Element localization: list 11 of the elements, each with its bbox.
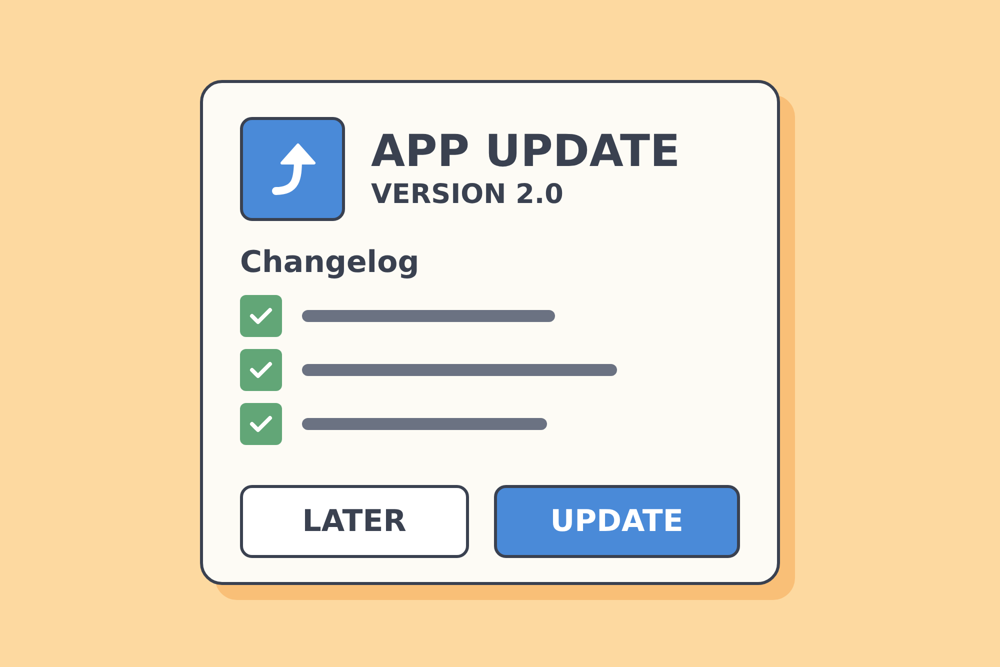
later-button[interactable]: LATER [240,485,469,558]
checkmark-icon [249,306,273,326]
version-label: VERSION 2.0 [371,178,564,212]
checkbox[interactable] [240,349,282,391]
checkmark-icon [249,360,273,380]
checkmark-icon [249,414,273,434]
changelog-heading: Changelog [240,244,420,282]
checkbox[interactable] [240,403,282,445]
dialog-title: APP UPDATE [371,126,680,178]
update-button[interactable]: UPDATE [494,485,740,558]
checkbox[interactable] [240,295,282,337]
